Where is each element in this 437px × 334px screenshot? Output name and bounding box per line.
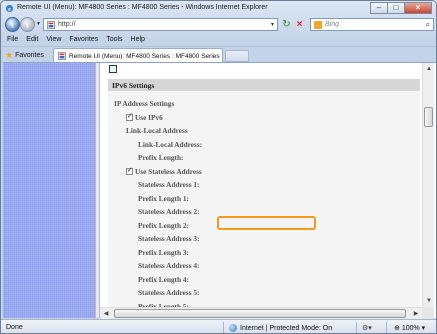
- checkbox-checked[interactable]: [126, 166, 133, 175]
- globe-icon: [229, 324, 237, 332]
- setting-label: Stateless Address 5:: [138, 288, 200, 297]
- back-button[interactable]: ‹: [5, 17, 20, 32]
- row-label: IP Address Settings: [114, 99, 175, 108]
- menu-tools[interactable]: Tools: [106, 34, 122, 46]
- row-label: Link-Local Address:: [138, 139, 203, 149]
- setting-label: Prefix Length 2:: [138, 221, 189, 230]
- browser-window: e Remote UI (Menu): MF4800 Series : MF48…: [0, 0, 437, 334]
- tab-label: Remote UI (Menu): MF4800 Series : MF4800…: [69, 52, 220, 60]
- status-separator: [356, 322, 357, 333]
- row-label: Stateless Address 1:: [138, 180, 200, 189]
- setting-label: Stateless Address 3:: [138, 234, 200, 243]
- search-icon[interactable]: ⌕: [426, 20, 430, 30]
- vertical-scroll-thumb[interactable]: [424, 107, 433, 127]
- page-viewport: IPv6 Settings IP Address Settings Use IPv…: [3, 62, 436, 319]
- close-button[interactable]: ×: [404, 2, 432, 14]
- row-label: Prefix Length 4:: [138, 274, 189, 284]
- row-label: Prefix Length 2:: [138, 220, 189, 230]
- row-label: Stateless Address 3:: [138, 234, 200, 243]
- search-input[interactable]: Bing ⌕: [310, 18, 434, 31]
- maximize-button[interactable]: □: [387, 2, 405, 14]
- zoom-value: 100%: [401, 325, 420, 332]
- setting-label: Stateless Address 2:: [138, 207, 200, 216]
- page-favicon-icon: [47, 21, 55, 29]
- new-tab-button[interactable]: [225, 50, 249, 62]
- stop-icon[interactable]: ×: [294, 19, 305, 30]
- title-bar: e Remote UI (Menu): MF4800 Series : MF48…: [1, 1, 436, 16]
- forward-button[interactable]: ›: [20, 17, 35, 32]
- row-label: Stateless Address 2:: [138, 207, 200, 216]
- status-separator: [386, 322, 387, 333]
- status-bar: Done Internet | Protected Mode: On ⚙▾ ⊕ …: [1, 319, 436, 333]
- menu-frame: [3, 63, 95, 318]
- section-title: IPv6 Settings: [112, 81, 155, 90]
- scroll-down-icon[interactable]: ▼: [423, 295, 435, 307]
- setting-label: Prefix Length 1:: [138, 194, 189, 203]
- favorites-button[interactable]: ★ Favorites: [5, 49, 44, 61]
- setting-label: Stateless Address 1:: [138, 180, 200, 189]
- row-label: Stateless Address 4:: [138, 261, 200, 270]
- checkbox-row[interactable]: Use Stateless Address: [126, 166, 202, 176]
- status-separator: [223, 322, 224, 333]
- protected-mode-icon[interactable]: ⚙▾: [362, 324, 372, 332]
- navigation-bar: ‹ › ▼ http:// ▾ ↻ × Bing ⌕: [1, 16, 436, 34]
- favorites-label: Favorites: [15, 51, 44, 59]
- window-title: Remote UI (Menu): MF4800 Series : MF4800…: [17, 4, 268, 11]
- status-text: Done: [6, 324, 23, 331]
- menu-file[interactable]: File: [7, 34, 18, 46]
- tab-remote-ui[interactable]: Remote UI (Menu): MF4800 Series : MF4800…: [53, 48, 223, 63]
- address-url: http://: [58, 21, 76, 28]
- address-dropdown-icon[interactable]: ▾: [271, 21, 274, 28]
- search-placeholder: Bing: [325, 21, 340, 28]
- ie-icon: e: [5, 4, 14, 13]
- row-label: Prefix Length 3:: [138, 247, 189, 257]
- refresh-icon[interactable]: ↻: [281, 19, 292, 30]
- setting-label: Link-Local Address:: [138, 140, 202, 149]
- zoom-icon: ⊕: [394, 325, 400, 332]
- horizontal-scroll-thumb[interactable]: [114, 309, 406, 318]
- setting-label: Prefix Length 4:: [138, 275, 189, 284]
- menu-favorites[interactable]: Favorites: [69, 34, 98, 46]
- checkbox-checked[interactable]: [126, 112, 133, 121]
- menu-help[interactable]: Help: [131, 34, 145, 46]
- menu-bar: File Edit View Favorites Tools Help: [1, 34, 436, 46]
- row-label: Use IPv6: [135, 112, 163, 122]
- favorites-bar: ★ Favorites Remote UI (Menu): MF4800 Ser…: [1, 46, 436, 63]
- star-icon: ★: [5, 49, 14, 60]
- row-label: Link-Local Address: [126, 126, 188, 135]
- page-list-icon: [109, 65, 117, 73]
- scrollbar-corner: [422, 307, 434, 319]
- vertical-scrollbar[interactable]: ▲ ▼: [422, 63, 434, 307]
- menu-view[interactable]: View: [46, 34, 61, 46]
- row-label: Stateless Address 5:: [138, 288, 200, 297]
- scroll-up-icon[interactable]: ▲: [423, 63, 435, 75]
- setting-label: Link-Local Address: [126, 126, 188, 135]
- row-label: Prefix Length:: [138, 153, 184, 162]
- setting-label: Prefix Length:: [138, 153, 183, 162]
- setting-label: Prefix Length 3:: [138, 248, 189, 257]
- menu-edit[interactable]: Edit: [26, 34, 38, 46]
- checkbox-row[interactable]: Use IPv6: [126, 112, 163, 122]
- window-controls: – □ ×: [370, 2, 432, 14]
- section-header: IPv6 Settings: [108, 79, 420, 91]
- recent-pages-dropdown-icon[interactable]: ▼: [36, 21, 41, 27]
- setting-label: Stateless Address 4:: [138, 261, 200, 270]
- zoom-level[interactable]: ⊕ 100% ▾: [394, 324, 425, 332]
- address-bar[interactable]: http:// ▾: [43, 18, 278, 31]
- forward-arrow-icon: ›: [26, 19, 29, 30]
- minimize-button[interactable]: –: [370, 2, 388, 14]
- settings-frame: IPv6 Settings IP Address Settings Use IPv…: [100, 63, 422, 307]
- horizontal-scrollbar[interactable]: ◀ ▶: [100, 307, 422, 319]
- row-label: Prefix Length 1:: [138, 193, 189, 203]
- row-label: Use Stateless Address: [135, 166, 202, 176]
- page-favicon-icon: [58, 52, 66, 60]
- setting-label: IP Address Settings: [114, 99, 174, 108]
- security-zone[interactable]: Internet | Protected Mode: On: [229, 324, 332, 332]
- zone-label: Internet | Protected Mode: On: [240, 324, 333, 332]
- bing-icon: [314, 21, 322, 29]
- back-arrow-icon: ‹: [11, 19, 14, 30]
- svg-text:e: e: [8, 6, 11, 13]
- highlight-box: [217, 216, 316, 230]
